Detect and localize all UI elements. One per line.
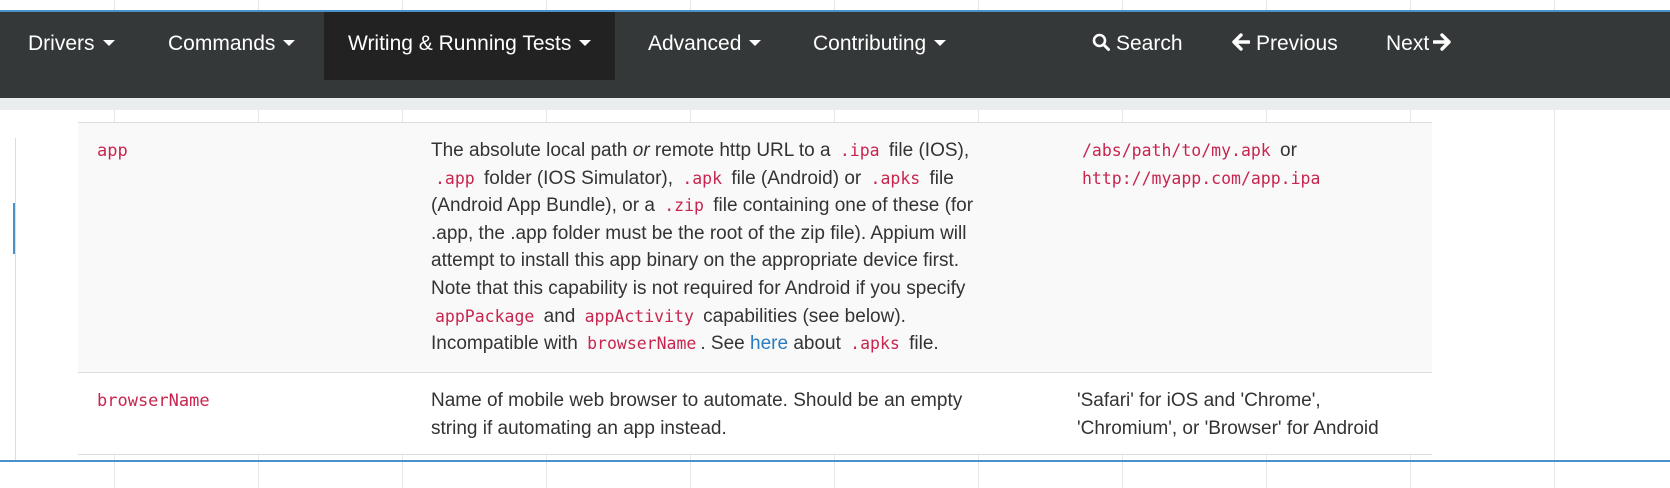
caret-down-icon — [283, 40, 296, 47]
capability-name-code: app — [97, 141, 128, 161]
desc-text: file. — [903, 333, 939, 355]
desc-code: .ipa — [839, 141, 880, 160]
search-icon — [1092, 34, 1110, 52]
desc-emphasis: or — [632, 140, 650, 161]
search-button[interactable]: Search — [1092, 12, 1183, 80]
desc-line: string if automating an app instead. — [431, 417, 727, 439]
capability-example: /abs/path/to/my.apk or http://myapp.com/… — [1078, 137, 1438, 192]
previous-label: Previous — [1256, 32, 1338, 55]
bottom-accent-line — [0, 460, 1670, 462]
capabilities-table: app The absolute local path or remote ht… — [78, 122, 1432, 455]
desc-text: file (Android) or — [726, 167, 867, 189]
capability-description: The absolute local path or remote http U… — [431, 137, 1031, 358]
capability-description: Name of mobile web browser to automate. … — [431, 387, 1031, 442]
example-code: http://myapp.com/app.ipa — [1082, 168, 1321, 188]
nav-contributing-label: Contributing — [813, 32, 927, 55]
capability-name: app — [97, 137, 128, 166]
nav-commands[interactable]: Commands — [168, 12, 296, 80]
example-line: 'Safari' for iOS and 'Chrome', — [1077, 390, 1321, 411]
nav-writing-running-tests-label: Writing & Running Tests — [348, 32, 572, 55]
search-label: Search — [1116, 32, 1183, 55]
capability-name-code: browserName — [97, 391, 210, 411]
arrow-right-icon — [1432, 33, 1451, 52]
sidebar-active-marker — [13, 203, 15, 254]
nav-drivers-label: Drivers — [28, 32, 95, 55]
desc-code: appActivity — [584, 306, 694, 326]
caret-down-icon — [749, 40, 762, 47]
desc-line: Name of mobile web browser to automate. … — [431, 390, 963, 411]
desc-code: appPackage — [435, 306, 535, 326]
arrow-left-icon — [1232, 33, 1251, 52]
example-code: /abs/path/to/my.apk — [1082, 141, 1271, 160]
desc-text: remote http URL to a — [649, 140, 836, 161]
previous-button[interactable]: Previous — [1232, 12, 1338, 80]
desc-text: Incompatible with — [431, 333, 584, 355]
nav-contributing[interactable]: Contributing — [813, 12, 947, 80]
desc-code: .apk — [682, 168, 723, 188]
desc-text: . See — [700, 333, 751, 355]
caret-down-icon — [934, 40, 947, 47]
desc-text: capabilities (see below). — [697, 305, 906, 327]
table-row: browserName Name of mobile web browser t… — [78, 373, 1432, 455]
here-link[interactable]: here — [750, 333, 788, 354]
example-line: 'Chromium', or 'Browser' for Android — [1077, 417, 1379, 439]
caret-down-icon — [102, 40, 115, 47]
top-navbar: Drivers Commands Writing & Running Tests… — [0, 12, 1670, 98]
desc-text: (Android App Bundle), or a — [431, 195, 661, 217]
desc-text: folder (IOS Simulator), — [478, 167, 679, 189]
desc-code: .app — [435, 168, 475, 188]
capability-name: browserName — [97, 387, 210, 416]
table-row: app The absolute local path or remote ht… — [78, 123, 1432, 373]
desc-line: .app, the .app folder must be the root o… — [431, 222, 967, 244]
desc-text: file containing one of these (for — [707, 195, 974, 217]
desc-text: about — [788, 333, 847, 355]
desc-code: .apks — [870, 168, 921, 188]
desc-text: file (IOS), — [883, 140, 970, 161]
nav-advanced[interactable]: Advanced — [648, 12, 762, 80]
desc-code: .apks — [850, 334, 900, 354]
desc-line: attempt to install this app binary on th… — [431, 250, 960, 272]
capability-example: 'Safari' for iOS and 'Chrome', 'Chromium… — [1077, 387, 1437, 442]
nav-advanced-label: Advanced — [648, 32, 742, 55]
nav-drivers[interactable]: Drivers — [28, 12, 115, 80]
next-label: Next — [1386, 32, 1430, 55]
nav-commands-label: Commands — [168, 32, 276, 55]
desc-text: The absolute local path — [431, 140, 633, 161]
example-text: or — [1274, 140, 1297, 161]
desc-text: file — [924, 167, 954, 189]
desc-line: Note that this capability is not require… — [431, 277, 966, 299]
desc-code: browserName — [587, 334, 697, 354]
nav-writing-running-tests[interactable]: Writing & Running Tests — [324, 12, 616, 80]
sidebar-edge — [0, 138, 16, 460]
desc-code: .zip — [664, 196, 704, 216]
desc-text: and — [538, 305, 581, 327]
next-button[interactable]: Next — [1386, 12, 1451, 80]
caret-down-icon — [579, 40, 592, 47]
navbar-shadow-band — [0, 98, 1670, 110]
